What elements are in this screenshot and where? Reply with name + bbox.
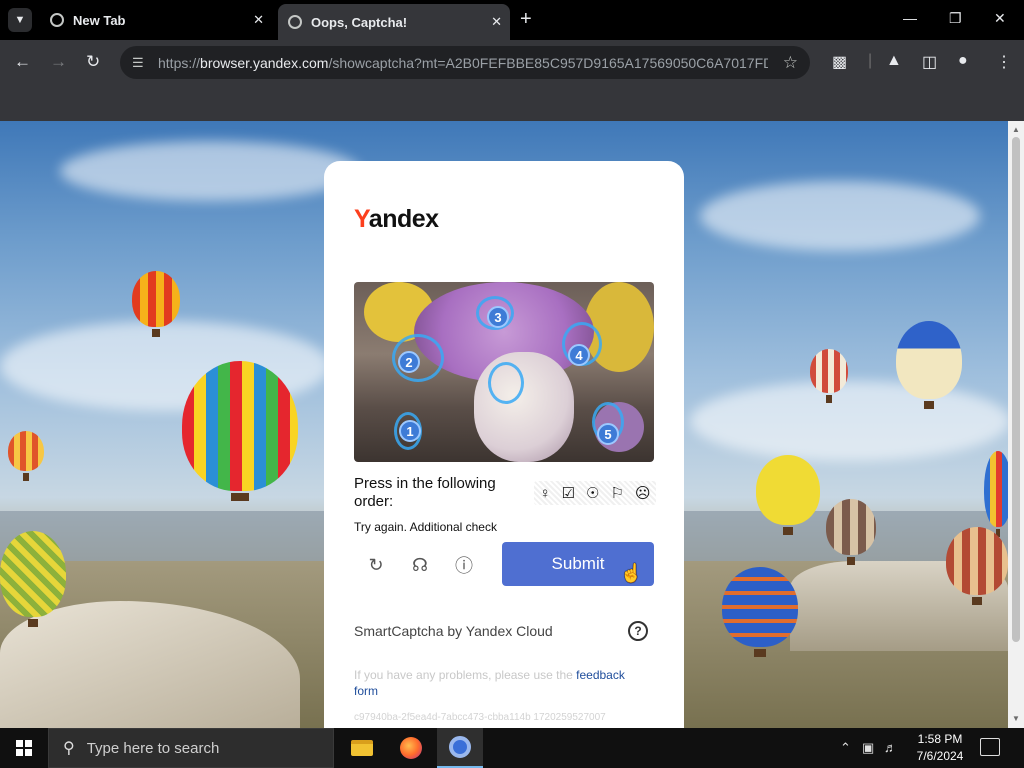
extensions-icon[interactable]: ▩ xyxy=(832,52,847,72)
page-scrollbar[interactable]: ▲ ▼ xyxy=(1008,121,1024,728)
balloon xyxy=(132,271,180,337)
captcha-card: Yandex 1 2 3 4 5 Press in the following … xyxy=(324,161,684,741)
click-trace xyxy=(488,362,524,404)
balloon xyxy=(896,321,962,409)
balloon xyxy=(984,451,1008,537)
close-tab-icon[interactable]: ✕ xyxy=(491,14,502,30)
clock-date: 7/6/2024 xyxy=(916,749,964,763)
tab-captcha[interactable]: Oops, Captcha! ✕ xyxy=(278,4,510,40)
cloud xyxy=(700,181,980,251)
balloon xyxy=(722,567,798,657)
order-icon: ☉ xyxy=(586,485,600,502)
firefox-app[interactable] xyxy=(388,728,434,768)
hand-cursor-icon: ☝ xyxy=(620,563,643,583)
smartcaptcha-branding: SmartCaptcha by Yandex Cloud xyxy=(354,623,553,639)
address-bar[interactable]: ☰ https://browser.yandex.com/showcaptcha… xyxy=(120,46,810,79)
bookmark-star-icon[interactable]: ☆ xyxy=(783,53,798,73)
network-icon[interactable]: ▣ xyxy=(862,740,874,756)
url-text[interactable]: https://browser.yandex.com/showcaptcha?m… xyxy=(158,55,768,71)
balloon xyxy=(810,349,848,403)
try-again-message: Try again. Additional check xyxy=(354,520,497,534)
folder-icon xyxy=(351,740,373,756)
forward-arrow-icon[interactable]: → xyxy=(50,52,67,72)
scroll-down-arrow-icon[interactable]: ▼ xyxy=(1012,714,1020,723)
globe-icon xyxy=(288,15,302,29)
chrome-icon xyxy=(449,736,471,758)
search-placeholder: Type here to search xyxy=(86,739,220,757)
tab-title: New Tab xyxy=(73,12,126,28)
help-icon[interactable]: ? xyxy=(628,621,648,641)
balloon xyxy=(8,431,44,481)
restore-icon[interactable]: ❐ xyxy=(949,10,962,27)
browser-toolbar: ← → ↻ ☰ https://browser.yandex.com/showc… xyxy=(0,40,1024,85)
menu-kebab-icon[interactable]: ⋮ xyxy=(996,52,1012,72)
balloon xyxy=(826,499,876,565)
volume-muted-icon[interactable]: ♬ xyxy=(884,740,897,755)
file-explorer-app[interactable] xyxy=(339,728,385,768)
cloud xyxy=(690,381,1008,461)
window-close-icon[interactable]: ✕ xyxy=(994,10,1006,27)
close-tab-icon[interactable]: ✕ xyxy=(253,12,264,28)
click-marker[interactable]: 1 xyxy=(399,420,421,442)
balloon xyxy=(756,455,820,535)
site-info-icon[interactable]: ☰ xyxy=(132,55,148,71)
info-icon[interactable]: ⓘ xyxy=(452,553,476,577)
vase xyxy=(474,352,574,462)
captcha-instruction: Press in the following order: xyxy=(354,475,496,510)
windows-logo-icon xyxy=(16,740,32,756)
profile-icon[interactable]: ● xyxy=(958,52,968,70)
globe-icon xyxy=(50,13,64,27)
search-icon: ⚲ xyxy=(63,740,75,757)
tab-search-icon[interactable]: ▼ xyxy=(8,8,32,32)
order-icon: ⚐ xyxy=(610,485,624,502)
order-icon: ♀ xyxy=(539,484,551,502)
tab-title: Oops, Captcha! xyxy=(311,14,408,30)
request-id: c97940ba-2f5ea4d-7abcc473-cbba114b 17202… xyxy=(354,712,606,723)
scrollbar-thumb[interactable] xyxy=(1012,137,1020,642)
side-panel-icon[interactable]: ◫ xyxy=(922,52,937,72)
order-icon: ☑ xyxy=(561,485,576,502)
scroll-up-arrow-icon[interactable]: ▲ xyxy=(1012,125,1020,134)
tab-new-tab[interactable]: New Tab ✕ xyxy=(40,4,272,36)
taskbar-search[interactable]: ⚲ Type here to search xyxy=(48,728,334,768)
balloon xyxy=(946,527,1008,605)
balloon xyxy=(0,531,66,627)
balloon xyxy=(182,361,298,501)
notification-icon[interactable] xyxy=(980,738,1000,756)
icon-order-strip: ♀ ☑ ☉ ⚐ ☹ xyxy=(534,481,656,505)
firefox-icon xyxy=(400,737,422,759)
order-icon: ☹ xyxy=(634,485,651,502)
cloud xyxy=(60,141,360,201)
click-marker[interactable]: 4 xyxy=(568,344,590,366)
refresh-icon[interactable]: ↻ xyxy=(364,553,388,577)
start-button[interactable] xyxy=(0,728,48,768)
captcha-image[interactable]: 1 2 3 4 5 xyxy=(354,282,654,462)
bookmarks-bar xyxy=(0,85,1024,121)
clock-time: 1:58 PM xyxy=(917,732,963,746)
tray-chevron-icon[interactable]: ⌃ xyxy=(840,740,851,756)
click-marker[interactable]: 3 xyxy=(487,306,509,328)
labs-flask-icon[interactable]: ▲ xyxy=(886,52,902,70)
minimize-icon[interactable]: — xyxy=(903,10,917,26)
back-arrow-icon[interactable]: ← xyxy=(14,52,31,72)
divider: | xyxy=(868,52,873,69)
clock[interactable]: 1:58 PM 7/6/2024 xyxy=(905,731,975,765)
yandex-logo: Yandex xyxy=(354,205,439,233)
headphones-icon[interactable]: ☊ xyxy=(408,553,432,577)
click-marker[interactable]: 5 xyxy=(597,423,619,445)
problems-note: If you have any problems, please use the… xyxy=(354,668,625,698)
windows-taskbar: ⚲ Type here to search ⌃ ▣ ♬ 1:58 PM 7/6/… xyxy=(0,728,1024,768)
tab-strip: ▼ New Tab ✕ Oops, Captcha! ✕ + — ❐ ✕ xyxy=(0,0,1024,40)
reload-icon[interactable]: ↻ xyxy=(86,52,100,72)
chrome-app[interactable] xyxy=(437,728,483,768)
new-tab-plus-icon[interactable]: + xyxy=(520,8,532,31)
click-marker[interactable]: 2 xyxy=(398,351,420,373)
